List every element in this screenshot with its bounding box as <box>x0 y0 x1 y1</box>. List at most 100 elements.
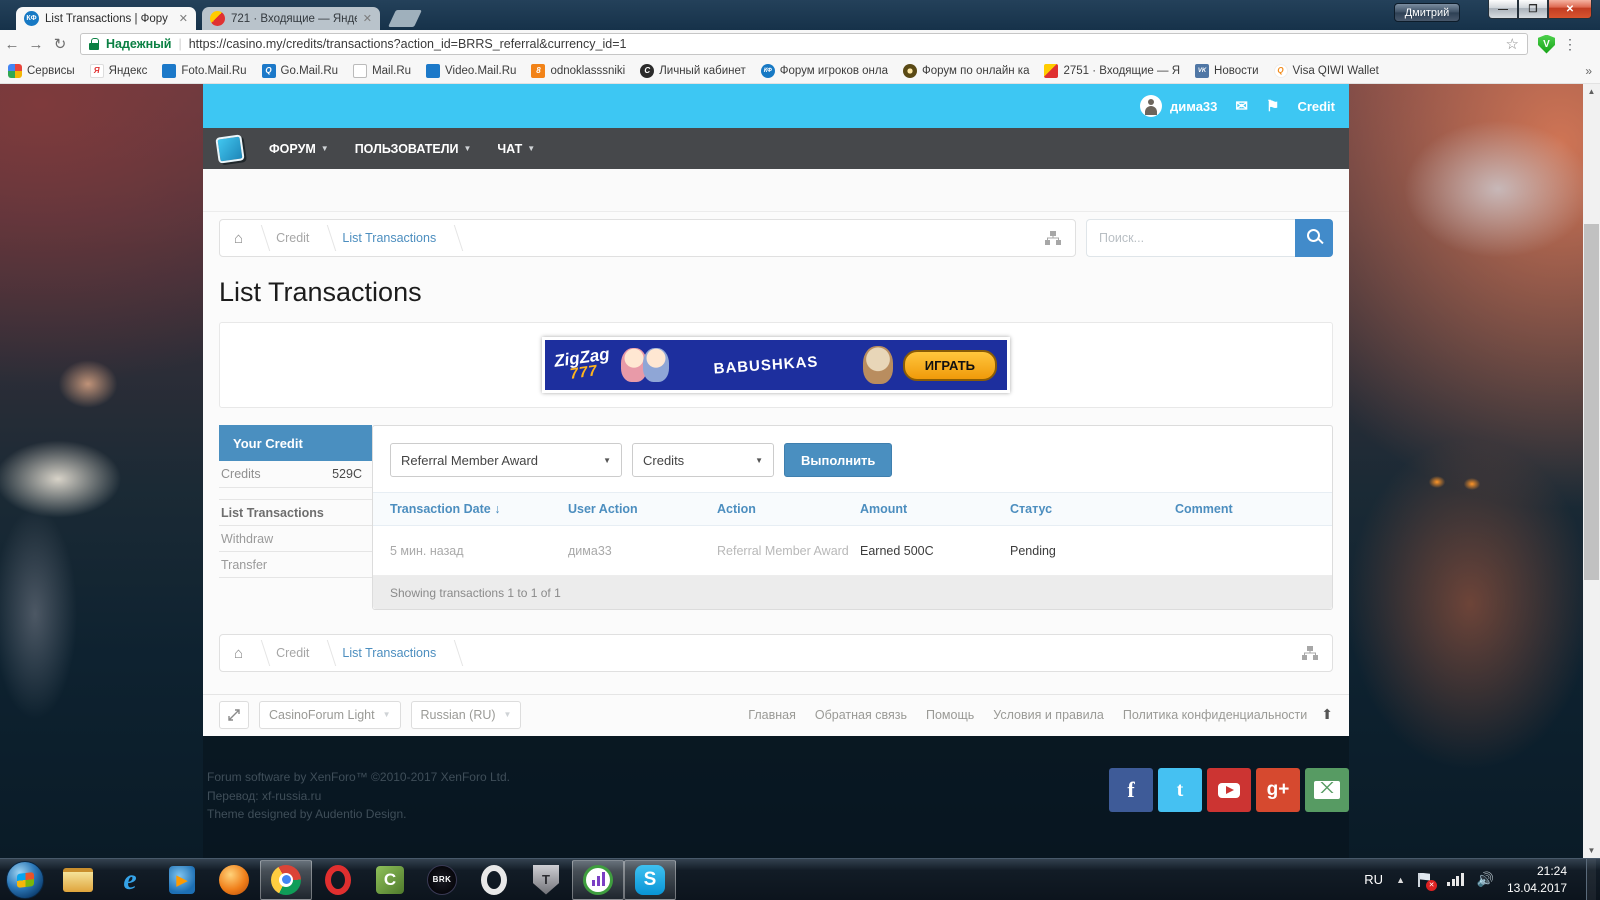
footer-link-contact[interactable]: Обратная связь <box>815 708 907 722</box>
bookmark-go-mailru[interactable]: QGo.Mail.Ru <box>262 64 339 78</box>
scrollbar-thumb[interactable] <box>1584 224 1599 580</box>
sitemap-icon[interactable] <box>1302 645 1318 661</box>
banner-play-button[interactable]: ИГРАТЬ <box>903 350 997 381</box>
bookmark-video-mailru[interactable]: Video.Mail.Ru <box>426 64 516 78</box>
style-chooser[interactable]: CasinoForum Light ▼ <box>259 701 401 729</box>
username[interactable]: дима33 <box>1170 99 1217 114</box>
url-bar[interactable]: Надежный | https://casino.my/credits/tra… <box>80 33 1528 55</box>
bookmark-yandex-inbox[interactable]: 2751 · Входящие — Я <box>1044 64 1180 78</box>
language-chooser[interactable]: Russian (RU) ▼ <box>411 701 522 729</box>
adguard-shield-icon[interactable]: V <box>1538 35 1555 54</box>
bookmark-odnoklassniki[interactable]: 8odnoklasssniki <box>531 64 625 78</box>
taskbar-item-world-of-tanks[interactable]: T <box>520 860 572 900</box>
taskbar-item-internet-explorer[interactable]: e <box>104 860 156 900</box>
action-center-flag-icon[interactable] <box>1418 873 1434 887</box>
close-button[interactable]: ✕ <box>1548 0 1592 19</box>
bookmark-services[interactable]: Сервисы <box>8 64 75 78</box>
breadcrumb-credit[interactable]: Credit <box>276 646 309 660</box>
sitemap-icon[interactable] <box>1045 230 1061 246</box>
email-icon[interactable] <box>1305 768 1349 812</box>
twitter-icon[interactable]: t <box>1158 768 1202 812</box>
minimize-button[interactable]: — <box>1488 0 1518 19</box>
new-tab-button[interactable] <box>388 10 422 27</box>
bookmark-forum-players[interactable]: КФФорум игроков онла <box>761 64 888 78</box>
googleplus-icon[interactable]: g+ <box>1256 768 1300 812</box>
start-button[interactable] <box>6 861 44 899</box>
breadcrumb-credit[interactable]: Credit <box>276 231 309 245</box>
bookmark-foto-mailru[interactable]: Foto.Mail.Ru <box>162 64 246 78</box>
currency-select[interactable]: Credits ▼ <box>632 443 774 477</box>
tray-clock[interactable]: 21:24 13.04.2017 <box>1507 863 1573 895</box>
browser-scrollbar[interactable]: ▲ ▼ <box>1583 84 1600 858</box>
taskbar-item-media-player[interactable]: ▶ <box>156 860 208 900</box>
taskbar-item-chrome[interactable] <box>260 860 312 900</box>
nav-users[interactable]: ПОЛЬЗОВАТЕЛИ▼ <box>355 142 472 156</box>
sidebar-item-transfer[interactable]: Transfer <box>219 552 372 578</box>
bookmark-star-icon[interactable]: ☆ <box>1506 35 1519 53</box>
tray-volume-icon[interactable]: 🔊 <box>1477 871 1494 888</box>
col-amount[interactable]: Amount <box>860 502 1010 516</box>
col-comment[interactable]: Comment <box>1175 502 1332 516</box>
chrome-profile-button[interactable]: Дмитрий <box>1394 3 1460 22</box>
search-input[interactable] <box>1086 219 1295 257</box>
refresh-icon[interactable]: ↻ <box>48 35 72 53</box>
cell-user[interactable]: дима33 <box>568 544 717 558</box>
taskbar-item-opera[interactable] <box>312 860 364 900</box>
home-icon[interactable]: ⌂ <box>234 230 243 247</box>
home-icon[interactable]: ⌂ <box>234 645 243 662</box>
user-menu[interactable]: дима33 <box>1140 95 1217 117</box>
footer-link-privacy[interactable]: Политика конфиденциальности <box>1123 708 1307 722</box>
taskbar-item-camtasia[interactable]: C <box>364 860 416 900</box>
sidebar-item-list-transactions[interactable]: List Transactions <box>219 500 372 526</box>
breadcrumb-list-transactions[interactable]: List Transactions <box>342 646 436 660</box>
taskbar-item-modem[interactable] <box>572 860 624 900</box>
show-desktop-button[interactable] <box>1586 859 1596 900</box>
back-icon[interactable]: ← <box>0 36 24 53</box>
col-user-action[interactable]: User Action <box>568 502 717 516</box>
col-status[interactable]: Статус <box>1010 502 1175 516</box>
tab-close-icon[interactable]: ✕ <box>179 12 188 25</box>
nav-chat[interactable]: ЧАТ▼ <box>497 142 535 156</box>
execute-button[interactable]: Выполнить <box>784 443 892 477</box>
taskbar-item-skype[interactable]: S <box>624 860 676 900</box>
tray-network-icon[interactable] <box>1447 873 1464 886</box>
search-button[interactable] <box>1295 219 1333 257</box>
tray-expand-icon[interactable]: ▲ <box>1396 875 1405 885</box>
site-logo[interactable] <box>215 134 244 163</box>
nav-forum[interactable]: ФОРУМ▼ <box>269 142 329 156</box>
expand-width-button[interactable] <box>219 701 249 729</box>
taskbar-item-explorer[interactable] <box>52 860 104 900</box>
facebook-icon[interactable]: f <box>1109 768 1153 812</box>
ad-banner[interactable]: ZigZag 777 BABUSHKAS ИГРАТЬ <box>542 337 1010 393</box>
security-label[interactable]: Надежный <box>106 37 171 51</box>
scrollbar-up-icon[interactable]: ▲ <box>1583 84 1600 99</box>
col-action[interactable]: Action <box>717 502 860 516</box>
inbox-envelope-icon[interactable]: ✉ <box>1235 97 1248 115</box>
bookmark-news[interactable]: VKНовости <box>1195 64 1259 78</box>
alerts-flag-icon[interactable]: ⚑ <box>1266 97 1279 115</box>
bookmark-forum-casino[interactable]: Форум по онлайн ка <box>903 64 1029 78</box>
footer-link-help[interactable]: Помощь <box>926 708 974 722</box>
bookmarks-overflow-icon[interactable]: » <box>1585 64 1592 78</box>
tab-close-icon[interactable]: ✕ <box>363 12 372 25</box>
tab-yandex-mail[interactable]: 721 · Входящие — Янде ✕ <box>202 7 380 30</box>
sidebar-item-withdraw[interactable]: Withdraw <box>219 526 372 552</box>
sort-desc-icon[interactable]: ↓ <box>494 502 500 516</box>
footer-link-home[interactable]: Главная <box>748 708 796 722</box>
scroll-top-icon[interactable]: ⬆ <box>1321 706 1333 723</box>
taskbar-item-brk[interactable]: BRK <box>416 860 468 900</box>
bookmark-yandex[interactable]: ЯЯндекс <box>90 64 148 78</box>
chrome-menu-icon[interactable]: ⋮ <box>1563 36 1577 53</box>
bookmark-cabinet[interactable]: CЛичный кабинет <box>640 64 746 78</box>
taskbar-item-opera-silver[interactable] <box>468 860 520 900</box>
youtube-icon[interactable] <box>1207 768 1251 812</box>
url-text[interactable]: https://casino.my/credits/transactions?a… <box>189 37 1499 51</box>
credit-link[interactable]: Credit <box>1297 99 1335 114</box>
tab-list-transactions[interactable]: КФ List Transactions | Фору ✕ <box>16 7 196 30</box>
scrollbar-down-icon[interactable]: ▼ <box>1583 843 1600 858</box>
restore-button[interactable]: ❐ <box>1518 0 1548 19</box>
breadcrumb-list-transactions[interactable]: List Transactions <box>342 231 436 245</box>
col-transaction-date[interactable]: Transaction Date ↓ <box>390 502 568 516</box>
footer-link-terms[interactable]: Условия и правила <box>993 708 1104 722</box>
forward-icon[interactable]: → <box>24 36 48 53</box>
